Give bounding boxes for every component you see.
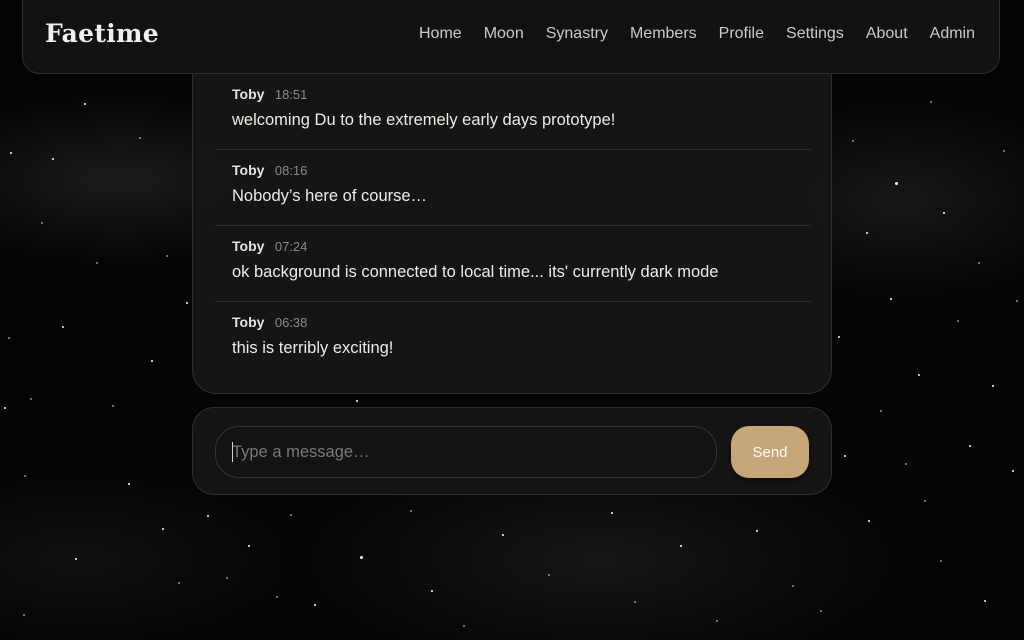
message-timestamp: 18:51 <box>274 87 308 102</box>
message-item: Toby 08:16 Nobody’s here of course… <box>215 150 811 226</box>
message-text: Nobody’s here of course… <box>232 187 428 205</box>
message-text: ok background is connected to local time… <box>232 263 719 281</box>
message-author: Toby <box>232 314 265 330</box>
app-logo-title[interactable]: Faetime <box>45 19 159 48</box>
message-list[interactable]: Toby 18:51 welcoming Du to the extremely… <box>192 74 832 394</box>
message-author: Toby <box>232 162 265 178</box>
message-timestamp: 06:38 <box>274 315 308 330</box>
nav-item-settings[interactable]: Settings <box>786 25 844 43</box>
nav-item-admin[interactable]: Admin <box>930 25 975 43</box>
message-author: Toby <box>232 238 265 254</box>
nav-item-about[interactable]: About <box>866 25 908 43</box>
message-header: Toby 18:51 <box>232 86 307 104</box>
message-header: Toby 06:38 <box>232 314 307 332</box>
nav-item-home[interactable]: Home <box>419 25 462 43</box>
nav-item-synastry[interactable]: Synastry <box>546 25 608 43</box>
message-header: Toby 07:24 <box>232 238 307 256</box>
nav-item-members[interactable]: Members <box>630 25 697 43</box>
message-author: Toby <box>232 86 265 102</box>
message-item: Toby 07:24 ok background is connected to… <box>215 226 811 302</box>
nav-item-moon[interactable]: Moon <box>484 25 524 43</box>
message-item: Toby 18:51 welcoming Du to the extremely… <box>215 74 811 150</box>
text-caret <box>232 442 233 462</box>
message-composer: Send <box>192 407 832 495</box>
message-timestamp: 08:16 <box>274 163 308 178</box>
message-timestamp: 07:24 <box>274 239 308 254</box>
send-button[interactable]: Send <box>731 426 809 478</box>
message-header: Toby 08:16 <box>232 162 307 180</box>
nav-item-profile[interactable]: Profile <box>719 25 764 43</box>
message-input[interactable] <box>215 426 717 478</box>
message-text: this is terribly exciting! <box>232 339 394 357</box>
message-text: welcoming Du to the extremely early days… <box>232 111 616 129</box>
main-nav: Home Moon Synastry Members Profile Setti… <box>419 25 975 43</box>
top-nav-bar: Faetime Home Moon Synastry Members Profi… <box>22 0 1000 74</box>
message-item: Toby 06:38 this is terribly exciting! <box>215 302 811 378</box>
